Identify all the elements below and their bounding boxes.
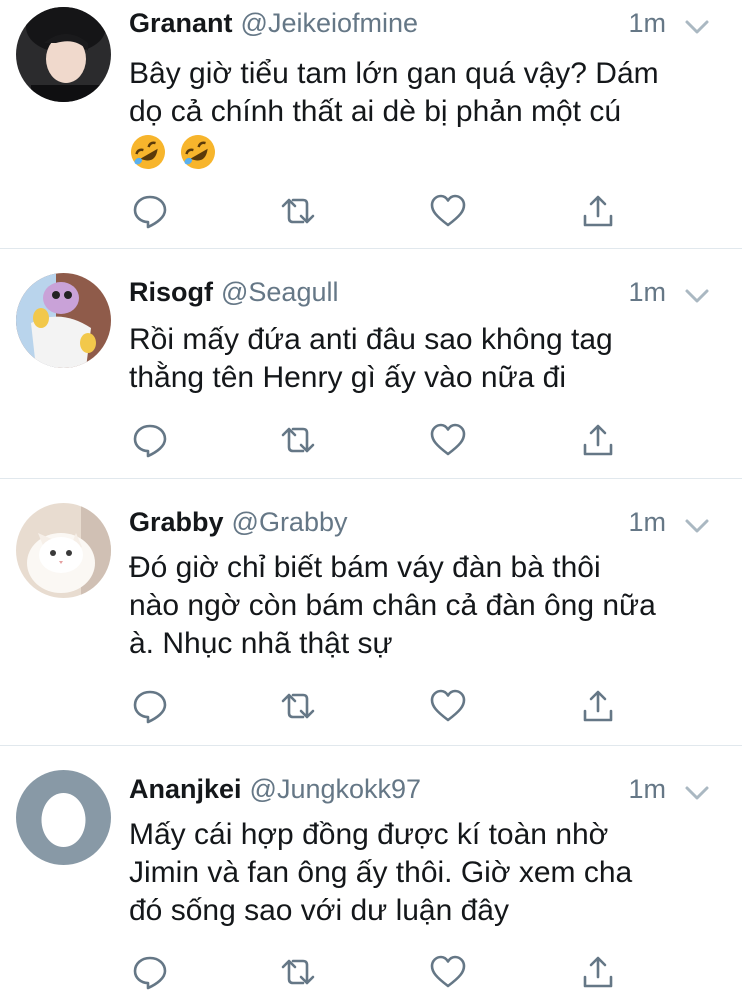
tweet-actions <box>129 192 629 232</box>
like-icon <box>430 955 466 988</box>
user-handle[interactable]: @Jungkokk97 <box>250 774 422 804</box>
avatar[interactable] <box>16 503 111 598</box>
tweet-actions <box>129 687 629 727</box>
reply-button[interactable] <box>131 687 169 725</box>
chevron-down-icon[interactable] <box>682 778 712 808</box>
timestamp[interactable]: 1m <box>628 507 666 538</box>
like-button[interactable] <box>429 192 467 230</box>
share-button[interactable] <box>579 687 617 725</box>
display-name[interactable]: Granant <box>129 8 233 38</box>
retweet-icon <box>281 198 315 224</box>
chevron-down-icon[interactable] <box>682 281 712 311</box>
chevron-down-icon[interactable] <box>682 12 712 42</box>
timestamp[interactable]: 1m <box>628 277 666 308</box>
share-button[interactable] <box>579 953 617 991</box>
reply-icon <box>133 956 167 990</box>
display-name[interactable]: Risogf <box>129 277 213 307</box>
share-icon <box>583 690 613 722</box>
like-icon <box>430 423 466 456</box>
reply-icon <box>133 690 167 724</box>
user-handle[interactable]: @Seagull <box>221 277 338 307</box>
retweet-icon <box>281 959 315 985</box>
avatar[interactable] <box>16 273 111 368</box>
avatar[interactable] <box>16 770 111 865</box>
retweet-button[interactable] <box>279 687 317 725</box>
tweet[interactable]: Granant @Jeikeiofmine 1m Bây giờ tiểu tam… <box>0 0 742 248</box>
retweet-button[interactable] <box>279 192 317 230</box>
default-egg-avatar-icon <box>16 770 111 865</box>
timestamp[interactable]: 1m <box>628 8 666 39</box>
tweet[interactable]: Risogf @Seagull 1m Rồi mấy đứa anti đâu s… <box>0 249 742 478</box>
share-icon <box>583 195 613 227</box>
white-cat-photo-icon <box>16 503 111 598</box>
cartoon-character-icon <box>16 273 111 368</box>
retweet-button[interactable] <box>279 421 317 459</box>
retweet-button[interactable] <box>279 953 317 991</box>
reply-icon <box>133 424 167 458</box>
tweet-header: Granant @Jeikeiofmine 1m <box>129 8 712 48</box>
tweet-header: Grabby @Grabby 1m <box>129 507 712 547</box>
display-name[interactable]: Grabby <box>129 507 224 537</box>
share-icon <box>583 424 613 456</box>
like-button[interactable] <box>429 953 467 991</box>
tweet-text: Rồi mấy đứa anti đâu sao không tag thằng… <box>129 323 613 394</box>
avatar[interactable] <box>16 7 111 102</box>
like-button[interactable] <box>429 687 467 725</box>
retweet-icon <box>281 693 315 719</box>
rolling-on-floor-laughing-icon <box>131 135 165 169</box>
share-button[interactable] <box>579 421 617 459</box>
emoji-row <box>129 133 225 173</box>
tweet-text: Mấy cái hợp đồng được kí toàn nhờ Jimin … <box>129 818 633 927</box>
tweet-text: Đó giờ chỉ biết bám váy đàn bà thôi nào … <box>129 551 656 660</box>
tweet[interactable]: Grabby @Grabby 1m Đó giờ chỉ biết bám váy… <box>0 479 742 745</box>
display-name[interactable]: Ananjkei <box>129 774 242 804</box>
rolling-on-floor-laughing-icon <box>181 135 216 169</box>
chevron-down-icon[interactable] <box>682 511 712 541</box>
like-button[interactable] <box>429 421 467 459</box>
tweet-header: Risogf @Seagull 1m <box>129 277 712 317</box>
tweet-header: Ananjkei @Jungkokk97 1m <box>129 774 712 814</box>
reply-button[interactable] <box>131 953 169 991</box>
tweet-actions <box>129 421 629 461</box>
tweet[interactable]: Ananjkei @Jungkokk97 1m Mấy cái hợp đồng … <box>0 746 742 993</box>
like-icon <box>430 194 466 227</box>
retweet-icon <box>281 427 315 453</box>
share-icon <box>583 956 613 988</box>
reply-button[interactable] <box>131 421 169 459</box>
reply-icon <box>133 195 167 229</box>
tweet-actions <box>129 953 629 993</box>
user-photo-icon <box>16 7 111 102</box>
timestamp[interactable]: 1m <box>628 774 666 805</box>
tweet-text: Bây giờ tiểu tam lớn gan quá vậy? Dám dọ… <box>129 57 659 128</box>
user-handle[interactable]: @Grabby <box>232 507 348 537</box>
reply-button[interactable] <box>131 192 169 230</box>
share-button[interactable] <box>579 192 617 230</box>
like-icon <box>430 689 466 722</box>
user-handle[interactable]: @Jeikeiofmine <box>241 8 418 38</box>
